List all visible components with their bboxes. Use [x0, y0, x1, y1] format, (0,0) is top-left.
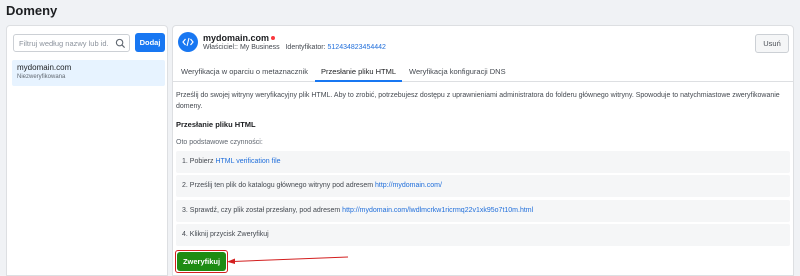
- download-html-file-link[interactable]: HTML verification file: [215, 158, 280, 165]
- search-icon[interactable]: [115, 38, 126, 49]
- verify-button[interactable]: Zweryfikuj: [177, 252, 226, 271]
- sidebar-item-domain[interactable]: mydomain.com Niezweryfikowana: [12, 60, 165, 86]
- domain-item-name: mydomain.com: [17, 63, 72, 72]
- search-input[interactable]: [14, 38, 109, 48]
- step-3-text: 3. Sprawdź, czy plik został przesłany, p…: [182, 207, 343, 214]
- unverified-status-dot: [271, 36, 276, 40]
- verification-tabs: Weryfikacja w oparciu o metaznacznik Prz…: [173, 60, 793, 82]
- owner-label: Właściciel:: My Business: [203, 44, 280, 51]
- step-1: 1. Pobierz HTML verification file: [176, 151, 790, 173]
- search-box[interactable]: [13, 34, 130, 52]
- id-label: Identyfikator:: [285, 44, 326, 51]
- page-title: Domeny: [6, 3, 58, 18]
- step-1-text: 1. Pobierz: [182, 158, 216, 165]
- step-2-text: 2. Prześlij ten plik do katalogu główneg…: [182, 182, 375, 189]
- domain-list-panel: Dodaj mydomain.com Niezweryfikowana: [6, 25, 168, 276]
- tab-meta-tag[interactable]: Weryfikacja w oparciu o metaznacznik: [175, 60, 314, 82]
- domain-title: mydomain.com: [203, 33, 276, 43]
- step-4-text: 4. Kliknij przycisk Zweryfikuj: [182, 231, 269, 238]
- annotation-arrow: [227, 256, 349, 264]
- verification-file-url-link[interactable]: http://mydomain.com/lwdlmcrkw1ricrmq22v1…: [342, 207, 533, 214]
- remove-domain-button[interactable]: Usuń: [755, 34, 789, 53]
- code-icon: [178, 32, 198, 52]
- domain-name: mydomain.com: [203, 33, 270, 43]
- steps-intro: Oto podstawowe czynności:: [176, 139, 263, 146]
- add-domain-button[interactable]: Dodaj: [135, 33, 165, 52]
- tab-html-file[interactable]: Przesłanie pliku HTML: [315, 60, 403, 82]
- step-4: 4. Kliknij przycisk Zweryfikuj: [176, 224, 790, 246]
- domain-meta: Właściciel:: My Business Identyfikator: …: [203, 44, 386, 51]
- domain-item-status: Niezweryfikowana: [17, 74, 66, 80]
- intro-text: Prześlij do swojej witryny weryfikacyjny…: [176, 92, 780, 110]
- domain-id-link[interactable]: 512434823454442: [328, 44, 386, 51]
- site-root-link[interactable]: http://mydomain.com/: [375, 182, 442, 189]
- tab-dns[interactable]: Weryfikacja konfiguracji DNS: [403, 60, 512, 82]
- section-heading: Przesłanie pliku HTML: [176, 120, 256, 129]
- domain-details-panel: mydomain.com Właściciel:: My Business Id…: [172, 25, 794, 276]
- step-2: 2. Prześlij ten plik do katalogu główneg…: [176, 175, 790, 197]
- step-3: 3. Sprawdź, czy plik został przesłany, p…: [176, 200, 790, 222]
